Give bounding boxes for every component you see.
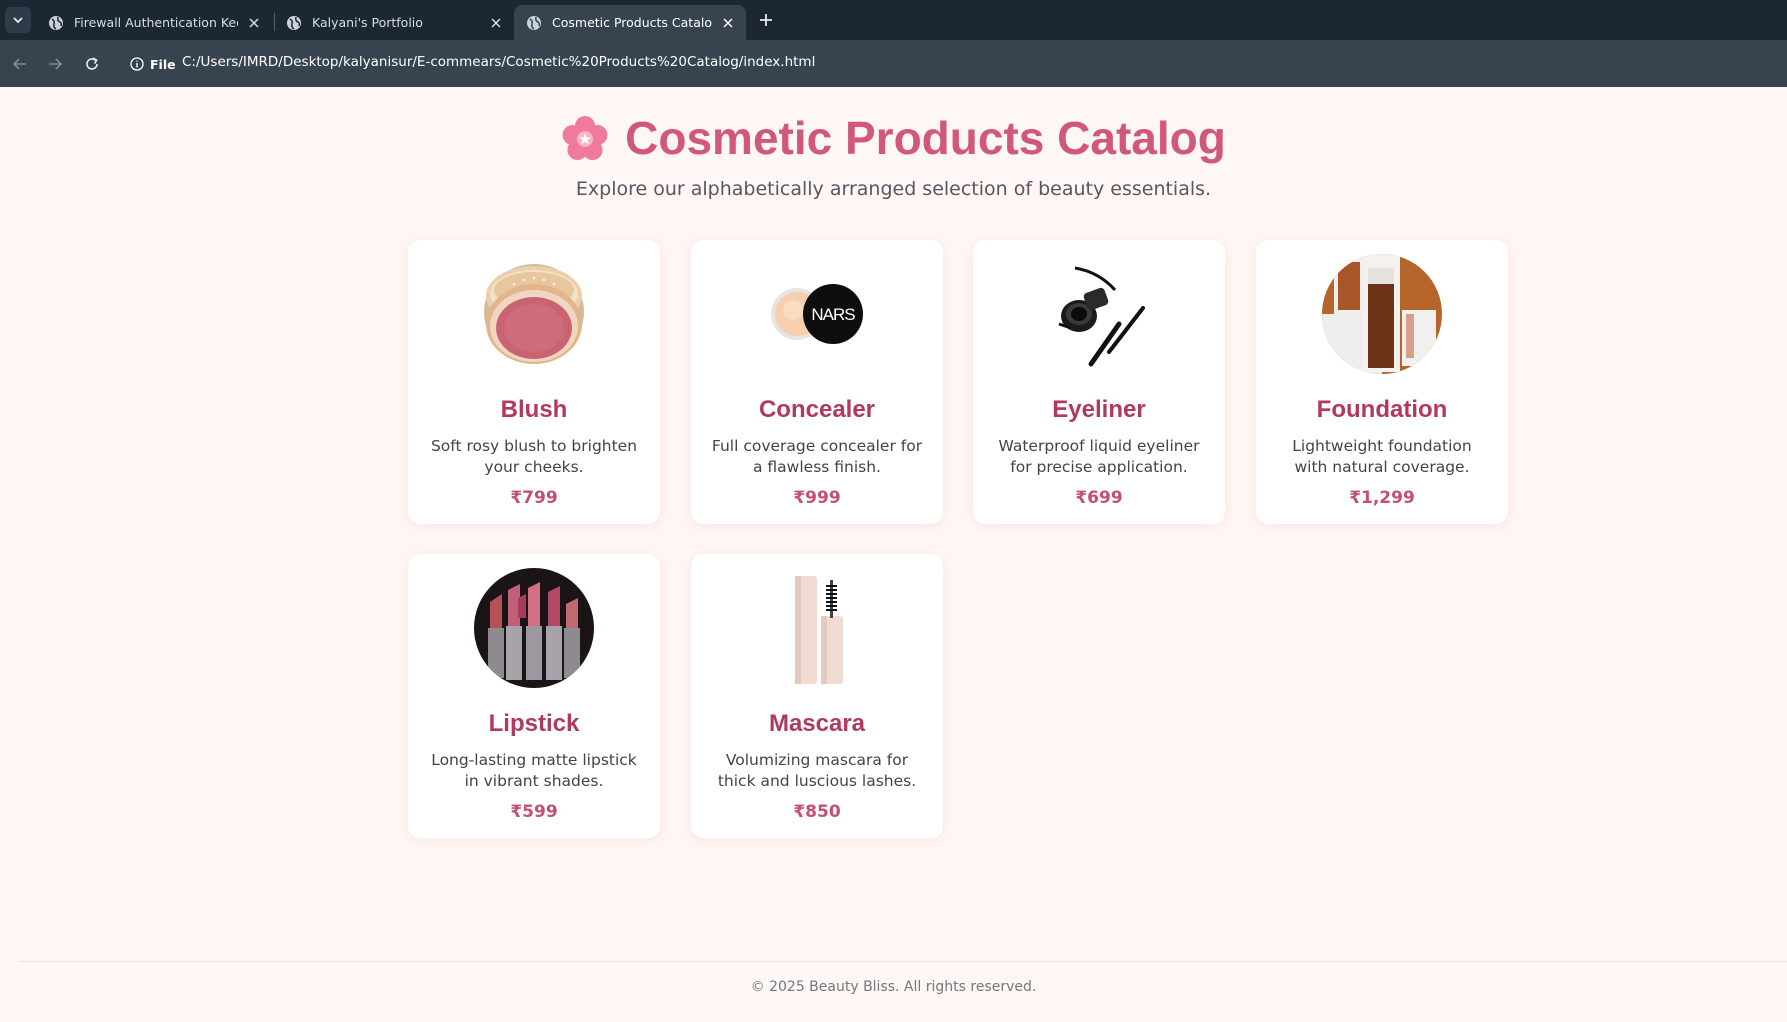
globe-icon bbox=[287, 15, 301, 30]
product-price: ₹999 bbox=[793, 488, 841, 508]
browser-toolbar: File C:/Users/IMRD/Desktop/kalyanisur/E-… bbox=[0, 40, 1787, 87]
browser-tab-bar: Firewall Authentication Keepalive Kalyan… bbox=[0, 0, 1787, 40]
arrow-left-icon bbox=[12, 58, 26, 70]
product-price: ₹699 bbox=[1075, 488, 1123, 508]
product-grid: Blush Soft rosy blush to brighten your c… bbox=[408, 240, 1508, 840]
product-description: Long-lasting matte lipstick in vibrant s… bbox=[431, 751, 637, 790]
product-name: Blush bbox=[500, 396, 568, 423]
tab-search-chevron-icon[interactable] bbox=[5, 7, 31, 33]
forward-button[interactable] bbox=[43, 52, 67, 76]
tab-kalyanis-portfolio[interactable]: Kalyani's Portfolio bbox=[274, 5, 514, 40]
site-info-label: File bbox=[150, 56, 176, 72]
mascara-tube-image bbox=[795, 576, 843, 684]
product-card-eyeliner[interactable]: Eyeliner Waterproof liquid eyeliner for … bbox=[973, 240, 1225, 524]
new-tab-button[interactable] bbox=[755, 9, 777, 31]
lipstick-set-image bbox=[474, 568, 594, 688]
product-description: Waterproof liquid eyeliner for precise a… bbox=[998, 437, 1200, 476]
svg-text:NARS: NARS bbox=[811, 305, 855, 324]
footer-divider bbox=[18, 961, 1787, 962]
page-subtitle: Explore our alphabetically arranged sele… bbox=[575, 178, 1212, 201]
tab-title: Cosmetic Products Catalog bbox=[552, 15, 712, 30]
concealer-jar-image: NARS bbox=[771, 284, 863, 344]
product-price: ₹1,299 bbox=[1349, 488, 1415, 508]
close-tab-icon[interactable] bbox=[246, 15, 262, 31]
product-price: ₹599 bbox=[510, 802, 558, 822]
product-name: Foundation bbox=[1316, 396, 1448, 423]
product-card-mascara[interactable]: Mascara Volumizing mascara for thick and… bbox=[691, 554, 943, 838]
product-description: Volumizing mascara for thick and lusciou… bbox=[717, 751, 917, 790]
product-card-concealer[interactable]: NARS Concealer Full coverage concealer f… bbox=[691, 240, 943, 524]
tab-firewall-authentication[interactable]: Firewall Authentication Keepalive bbox=[36, 5, 272, 40]
close-tab-icon[interactable] bbox=[720, 15, 736, 31]
product-card-lipstick[interactable]: Lipstick Long-lasting matte lipstick in … bbox=[408, 554, 660, 838]
product-card-foundation[interactable]: Foundation Lightweight foundation with n… bbox=[1256, 240, 1508, 524]
reload-button[interactable] bbox=[80, 52, 104, 76]
foundation-bottle-image bbox=[1322, 254, 1442, 374]
tab-title: Kalyani's Portfolio bbox=[312, 15, 423, 30]
product-description: Lightweight foundation with natural cove… bbox=[1292, 437, 1472, 476]
tab-cosmetic-products-catalog[interactable]: Cosmetic Products Catalog bbox=[514, 5, 746, 40]
product-name: Mascara bbox=[768, 710, 866, 737]
product-description: Full coverage concealer for a flawless f… bbox=[711, 437, 923, 476]
product-price: ₹850 bbox=[793, 802, 841, 822]
page-title: Cosmetic Products Catalog bbox=[625, 112, 1226, 164]
product-price: ₹799 bbox=[510, 488, 558, 508]
page-content: Cosmetic Products Catalog Explore our al… bbox=[0, 87, 1787, 1022]
plus-icon bbox=[760, 14, 772, 26]
product-card-blush[interactable]: Blush Soft rosy blush to brighten your c… bbox=[408, 240, 660, 524]
back-button[interactable] bbox=[8, 52, 32, 76]
info-icon bbox=[130, 57, 144, 71]
product-name: Eyeliner bbox=[1052, 396, 1146, 423]
reload-icon bbox=[86, 57, 98, 70]
eyeliner-pot-image bbox=[1058, 266, 1145, 367]
arrow-right-icon bbox=[49, 58, 63, 70]
product-name: Concealer bbox=[758, 396, 876, 423]
tab-title: Firewall Authentication Keepalive bbox=[74, 15, 238, 30]
product-name: Lipstick bbox=[488, 710, 580, 737]
product-description: Soft rosy blush to brighten your cheeks. bbox=[430, 437, 638, 476]
address-bar[interactable]: C:/Users/IMRD/Desktop/kalyanisur/E-comme… bbox=[182, 54, 815, 70]
globe-icon bbox=[527, 15, 541, 30]
globe-icon bbox=[49, 15, 63, 30]
cherry-blossom-icon bbox=[562, 115, 608, 160]
site-info-button[interactable]: File bbox=[120, 50, 186, 78]
footer-copyright: © 2025 Beauty Bliss. All rights reserved… bbox=[750, 979, 1037, 995]
close-tab-icon[interactable] bbox=[488, 15, 504, 31]
page-header: Cosmetic Products Catalog Explore our al… bbox=[0, 111, 1787, 200]
blush-compact-image bbox=[484, 264, 584, 364]
